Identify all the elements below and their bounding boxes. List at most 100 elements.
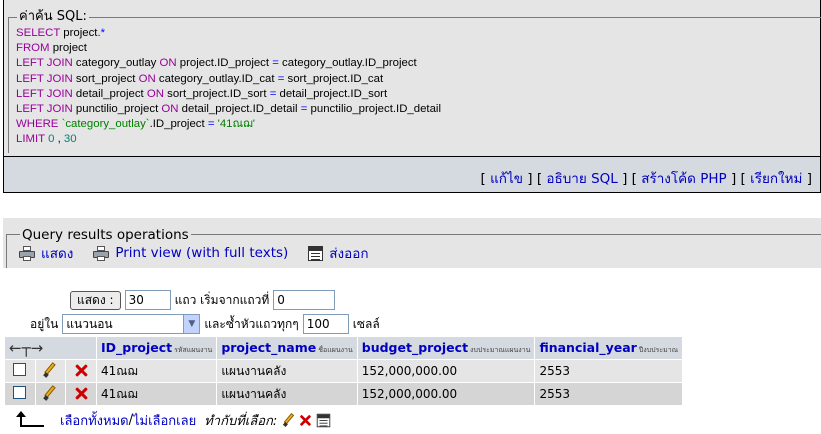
sql-token: detail_project [72,87,147,100]
bulk-actions-row: เลือกทั้งหมด / ไม่เลือกเลย ทำกับที่เลือก… [16,410,331,430]
column-name[interactable]: ID_project [101,340,172,355]
sql-token: ON [161,102,179,115]
sql-token: project.ID_project [176,57,273,70]
delete-cell [66,360,96,382]
print-view-full-label: Print view (with full texts) [115,245,289,261]
explain-sql-link[interactable]: อธิบาย SQL [546,171,617,187]
print-view-full-link[interactable]: Print view (with full texts) [93,245,288,261]
print-link[interactable]: แสดง [19,242,73,264]
sql-token: ON [146,87,164,100]
column-header-id-project[interactable]: ID_project รหัสแผนงาน [97,337,217,359]
delete-x-icon[interactable] [73,385,89,401]
with-selected-label: ทำกับที่เลือก: [204,413,278,429]
results-table: ←┬→ ID_project รหัสแผนงาน project_name ชื่… [4,336,683,406]
sql-token: 0 [44,133,55,146]
cell-id-project: 41ณฌ [97,383,217,405]
start-row-input[interactable]: 0 [273,290,336,310]
sql-token: LIMIT [16,133,45,146]
repeat-headers-label: และซ้ำหัวแถวทุกๆ [204,316,299,331]
column-order-arrows-icon: ←┬→ [5,337,96,359]
row-checkbox-cell [5,383,35,405]
sql-line: LIMIT 0 , 30 [16,132,816,147]
sql-token: .ID_project [149,118,208,131]
delete-x-icon[interactable] [298,413,312,427]
create-php-code-link[interactable]: สร้างโค้ด PHP [641,171,726,187]
edit-query-link[interactable]: แก้ไข [490,171,523,187]
column-name[interactable]: financial_year [539,340,636,355]
column-name[interactable]: budget_project [362,340,468,355]
sql-line: WHERE `category_outlay`.ID_project = '41… [16,117,816,132]
sql-token: , [54,133,64,146]
sql-token: 30 [63,133,77,146]
query-links: [ แก้ไข ] [ อธิบาย SQL ] [ สร้างโค้ด PHP… [480,171,813,187]
sql-token: detail_project.ID_detail [178,102,301,115]
repeat-headers-input[interactable]: 100 [302,314,349,334]
column-header-project-name[interactable]: project_name ชื่อแผนงาน [217,337,357,359]
sql-token: ON [159,57,177,70]
edit-pencil-icon[interactable] [282,413,296,428]
navigation-row-2: อยู่ใน แนวนอน ▼ และซ้ำหัวแถวทุกๆ 100 เซล… [30,313,380,335]
navigation-row-1: แสดง : 30 แถว เริ่มจากแถวที่ 0 [70,289,336,311]
sql-token: punctilio_project [72,102,162,115]
table-row: 41ณฌ แผนงานคลัง 152,000,000.00 2553 [5,383,683,405]
table-header-row: ←┬→ ID_project รหัสแผนงาน project_name ชื่… [5,337,683,359]
delete-x-icon[interactable] [73,362,89,378]
sql-token: ON [138,72,156,85]
cell-financial-year: 2553 [535,360,683,382]
sql-token: LEFT JOIN [16,72,73,85]
edit-pencil-icon[interactable] [42,384,58,401]
sql-token: FROM [16,42,50,55]
export-table-icon[interactable] [317,413,331,427]
sql-token: punctilio_project.ID_detail [307,102,441,115]
arrow-return-icon [16,411,46,429]
sql-token: '41ณฌ' [214,118,255,131]
sql-query-legend: ค่าค้น SQL: [17,9,89,25]
sql-query-code: SELECT project.* FROM project LEFT JOIN ca… [16,26,816,148]
column-comment: รหัสแผนงาน [174,346,213,354]
operations-list: แสดง Print view (with full texts) ส่งออก [19,244,389,262]
print-link-label: แสดง [41,246,74,262]
sql-token: category_outlay [72,57,160,70]
printer-icon [19,245,35,261]
display-mode-label: อยู่ใน [30,316,59,331]
table-row: 41ณฌ แผนงานคลัง 152,000,000.00 2553 [5,360,683,382]
check-all-link[interactable]: เลือกทั้งหมด [60,410,129,431]
refresh-link[interactable]: เรียกใหม่ [750,171,802,187]
rows-label: แถว เริ่มจากแถวที่ [174,292,270,307]
sql-token: category_outlay.ID_cat [155,72,278,85]
query-results-operations: Query results operations แสดง Print view… [3,218,821,268]
cell-budget-project: 152,000,000.00 [357,360,535,382]
sql-token: sort_project [72,72,139,85]
sql-token: * [100,27,106,39]
chevron-down-icon[interactable]: ▼ [183,315,200,333]
uncheck-all-link[interactable]: ไม่เลือกเลย [133,410,196,431]
delete-cell [66,383,96,405]
column-comment: ปีงบประมาณ [638,346,679,354]
sql-token: project [60,27,98,39]
sql-token: LEFT JOIN [16,87,73,100]
column-header-financial-year[interactable]: financial_year ปีงบประมาณ [535,337,683,359]
cell-id-project: 41ณฌ [97,360,217,382]
sql-token: category_outlay.ID_project [278,57,417,70]
column-header-budget-project[interactable]: budget_project งบประมาณแผนงาน [357,337,535,359]
export-link[interactable]: ส่งออก [308,242,369,264]
sql-token: sort_project.ID_cat [284,72,384,85]
cell-project-name: แผนงานคลัง [217,383,357,405]
edit-pencil-icon[interactable] [42,361,58,378]
show-button[interactable]: แสดง : [70,290,121,310]
display-mode-select[interactable]: แนวนอน ▼ [62,314,201,334]
sql-token: LEFT JOIN [16,57,73,70]
export-link-label: ส่งออก [329,246,369,262]
operations-legend: Query results operations [20,227,191,243]
cell-budget-project: 152,000,000.00 [357,383,535,405]
edit-cell [35,360,66,382]
row-checkbox[interactable] [13,363,27,376]
rows-count-input[interactable]: 30 [124,290,171,310]
query-links-bar: [ แก้ไข ] [ อธิบาย SQL ] [ สร้างโค้ด PHP… [3,156,821,193]
cell-project-name: แผนงานคลัง [217,360,357,382]
column-name[interactable]: project_name [221,340,316,355]
sql-line: LEFT JOIN category_outlay ON project.ID_… [16,56,816,71]
sql-line: SELECT project.* [16,26,816,41]
row-checkbox[interactable] [13,386,27,399]
sql-token: WHERE [16,118,59,131]
